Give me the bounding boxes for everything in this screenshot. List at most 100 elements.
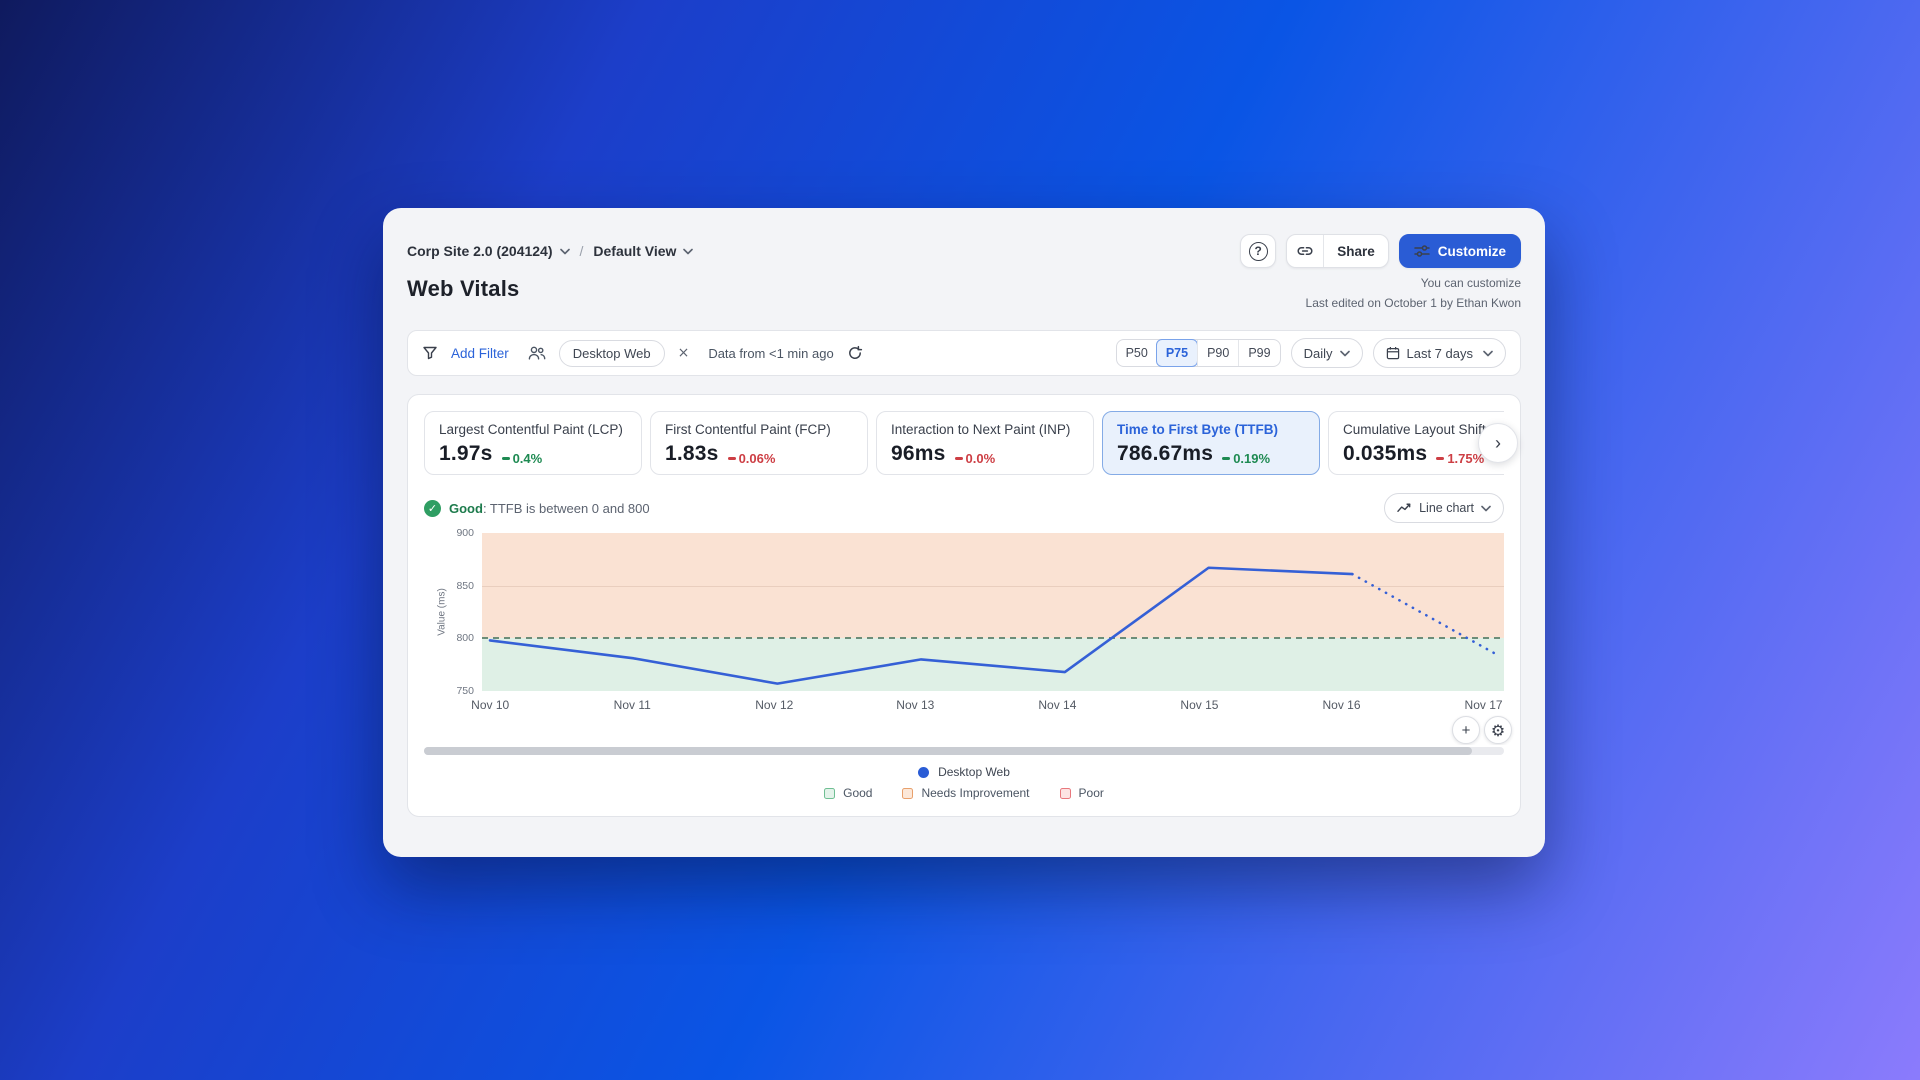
last-edited: Last edited on October 1 by Ethan Kwon	[1306, 296, 1521, 310]
metric-label: Largest Contentful Paint (LCP)	[439, 422, 627, 437]
view-name: Default View	[593, 243, 676, 259]
breadcrumb-separator: /	[580, 243, 584, 259]
environment-chip[interactable]: Desktop Web	[559, 340, 665, 367]
project-selector[interactable]: Corp Site 2.0 (204124)	[407, 243, 570, 259]
horizontal-scrollbar[interactable]	[424, 747, 1504, 755]
legend-item-needs-improvement[interactable]: Needs Improvement	[902, 786, 1029, 800]
y-tick: 900	[456, 527, 474, 539]
interval-dropdown[interactable]: Daily	[1291, 338, 1363, 368]
x-tick: Nov 11	[614, 698, 651, 712]
chevron-down-icon	[1483, 350, 1493, 357]
x-tick: Nov 13	[896, 698, 934, 712]
question-mark-icon: ?	[1249, 242, 1268, 261]
percentile-p50[interactable]: P50	[1117, 340, 1157, 366]
customize-label: Customize	[1438, 244, 1506, 259]
legend-label: Needs Improvement	[921, 786, 1029, 800]
y-tick: 850	[456, 580, 474, 592]
poor-swatch-icon	[1060, 788, 1071, 799]
scrollbar-thumb[interactable]	[424, 747, 1472, 755]
filter-bar: Add Filter Desktop Web × Data from <1 mi…	[407, 330, 1521, 376]
x-axis: Nov 10 Nov 11 Nov 12 Nov 13 Nov 14 Nov 1…	[482, 691, 1504, 715]
date-range-dropdown[interactable]: Last 7 days	[1373, 338, 1507, 368]
filter-funnel-icon[interactable]	[422, 345, 438, 361]
trend-dash-icon	[728, 457, 736, 460]
share-button[interactable]: Share	[1286, 234, 1389, 268]
link-icon[interactable]	[1287, 235, 1324, 267]
zoom-in-button[interactable]: +	[1452, 716, 1480, 744]
metric-delta: 0.06%	[728, 451, 776, 466]
metric-card-fcp[interactable]: First Contentful Paint (FCP) 1.83s 0.06%	[650, 411, 868, 475]
refresh-icon[interactable]	[847, 345, 863, 361]
chart-plot-area[interactable]	[482, 533, 1504, 691]
help-button[interactable]: ?	[1240, 234, 1276, 268]
percentile-p75[interactable]: P75	[1156, 339, 1198, 367]
metric-value: 96ms	[891, 442, 946, 466]
series-legend[interactable]: Desktop Web	[424, 765, 1504, 779]
chart-type-dropdown[interactable]: Line chart	[1384, 493, 1504, 523]
filter-bar-left: Add Filter Desktop Web × Data from <1 mi…	[422, 340, 863, 367]
chevron-down-icon	[683, 248, 693, 255]
users-icon	[528, 345, 546, 361]
customize-button[interactable]: Customize	[1399, 234, 1521, 268]
line-chart-icon	[1397, 500, 1412, 516]
metric-card-inp[interactable]: Interaction to Next Paint (INP) 96ms 0.0…	[876, 411, 1094, 475]
x-tick: Nov 15	[1180, 698, 1218, 712]
series-legend-label: Desktop Web	[938, 765, 1010, 779]
chevron-down-icon	[1340, 350, 1350, 357]
status-text: Good: TTFB is between 0 and 800	[449, 501, 650, 516]
filter-bar-right: P50 P75 P90 P99 Daily Last 7 days	[1116, 338, 1506, 368]
metric-delta: 1.75%	[1436, 451, 1484, 466]
trend-dash-icon	[1222, 457, 1230, 460]
metric-delta: 0.19%	[1222, 451, 1270, 466]
chevron-down-icon	[1481, 505, 1491, 512]
metric-card-lcp[interactable]: Largest Contentful Paint (LCP) 1.97s 0.4…	[424, 411, 642, 475]
chart-type-value: Line chart	[1419, 501, 1474, 515]
legend-item-poor[interactable]: Poor	[1060, 786, 1104, 800]
vitals-card: Largest Contentful Paint (LCP) 1.97s 0.4…	[407, 394, 1521, 817]
legend-label: Poor	[1079, 786, 1104, 800]
x-tick: Nov 17	[1465, 698, 1503, 712]
metric-label: First Contentful Paint (FCP)	[665, 422, 853, 437]
check-circle-icon: ✓	[424, 500, 441, 517]
metric-value: 1.97s	[439, 442, 493, 466]
x-tick: Nov 12	[755, 698, 793, 712]
view-selector[interactable]: Default View	[593, 243, 693, 259]
x-tick: Nov 14	[1038, 698, 1076, 712]
y-tick: 750	[456, 685, 474, 697]
y-axis: Value (ms) 900 850 800 750	[424, 533, 482, 691]
sliders-icon	[1414, 243, 1430, 259]
add-filter-button[interactable]: Add Filter	[451, 346, 509, 361]
series-dot-icon	[918, 767, 929, 778]
threshold-status: ✓ Good: TTFB is between 0 and 800	[424, 500, 650, 517]
metric-value: 0.035ms	[1343, 442, 1427, 466]
trend-dash-icon	[502, 457, 510, 460]
breadcrumb: Corp Site 2.0 (204124) / Default View	[407, 243, 693, 259]
trend-dash-icon	[955, 457, 963, 460]
trend-dash-icon	[1436, 457, 1444, 460]
calendar-icon	[1386, 345, 1400, 361]
customize-hint: You can customize	[1421, 276, 1521, 290]
edit-meta: You can customize Last edited on October…	[1306, 276, 1521, 310]
page-title: Web Vitals	[407, 276, 519, 302]
metrics-row: Largest Contentful Paint (LCP) 1.97s 0.4…	[424, 411, 1504, 475]
metric-card-ttfb[interactable]: Time to First Byte (TTFB) 786.67ms 0.19%	[1102, 411, 1320, 475]
panel-header: Corp Site 2.0 (204124) / Default View ? …	[407, 234, 1521, 268]
y-axis-label: Value (ms)	[436, 588, 447, 636]
title-row: Web Vitals You can customize Last edited…	[407, 276, 1521, 310]
zones-legend: Good Needs Improvement Poor	[424, 786, 1504, 800]
needs-improvement-swatch-icon	[902, 788, 913, 799]
percentile-p99[interactable]: P99	[1238, 340, 1279, 366]
chevron-down-icon	[560, 248, 570, 255]
data-freshness: Data from <1 min ago	[708, 346, 833, 361]
metric-label: Interaction to Next Paint (INP)	[891, 422, 1079, 437]
legend-item-good[interactable]: Good	[824, 786, 872, 800]
status-row: ✓ Good: TTFB is between 0 and 800 Line c…	[424, 493, 1504, 523]
header-actions: ? Share Customize	[1240, 234, 1521, 268]
percentile-p90[interactable]: P90	[1197, 340, 1238, 366]
chart-settings-button[interactable]: ⚙	[1484, 716, 1512, 744]
chart-footer: + ⚙	[408, 715, 1520, 745]
metric-delta: 0.4%	[502, 451, 543, 466]
share-label: Share	[1324, 244, 1388, 259]
remove-chip-icon[interactable]: ×	[678, 345, 690, 361]
carousel-next-button[interactable]: ›	[1478, 423, 1518, 463]
